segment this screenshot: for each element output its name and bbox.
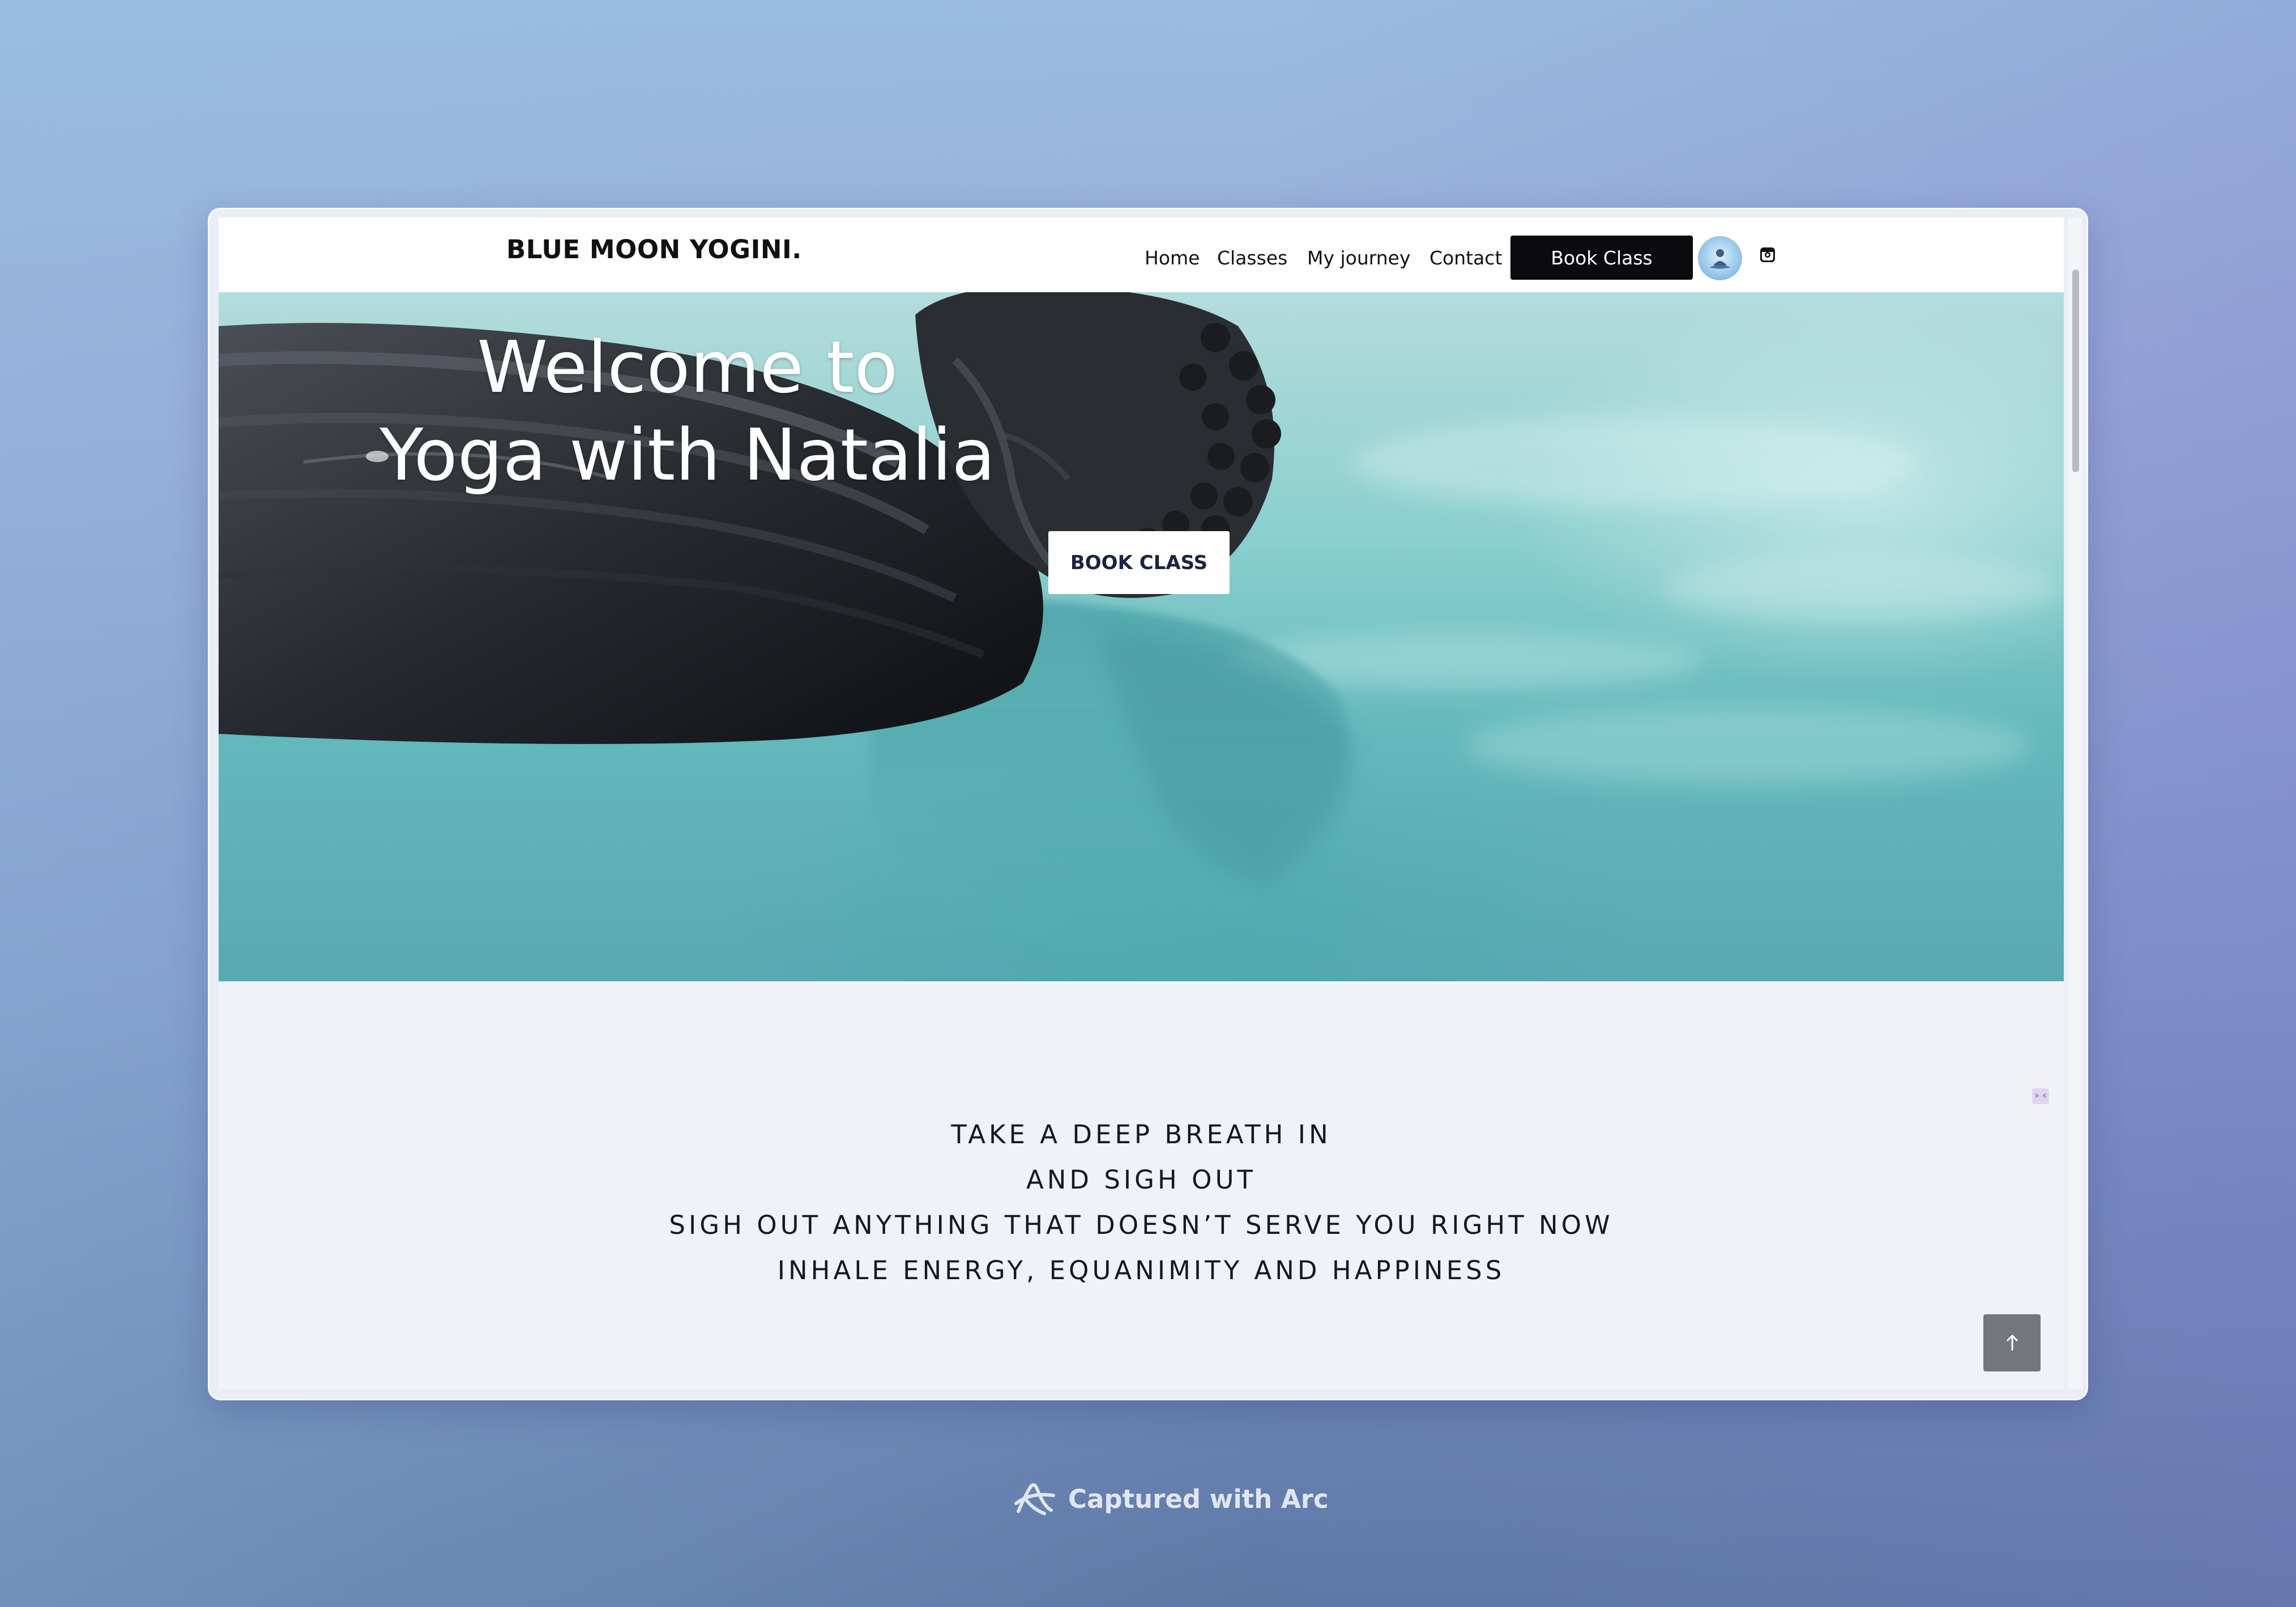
quote-line: AND SIGH OUT (1026, 1165, 1257, 1195)
quote-line: TAKE A DEEP BREATH IN (951, 1119, 1331, 1149)
quote-line: INHALE ENERGY, EQUANIMITY AND HAPPINESS (777, 1255, 1505, 1285)
instagram-icon[interactable] (1759, 246, 1776, 263)
hero-title-line-1: Welcome to (477, 326, 898, 409)
site-logo[interactable]: BLUE MOON YOGINI. (506, 234, 802, 264)
hero-title-line-2: Yoga with Natalia (379, 413, 996, 497)
hero-book-class-button[interactable]: BOOK CLASS (1048, 531, 1230, 594)
quote-line: SIGH OUT ANYTHING THAT DOESN’T SERVE YOU… (669, 1210, 1614, 1240)
hero-section: Welcome to Yoga with Natalia BOOK CLASS (219, 292, 2064, 981)
meditation-avatar-icon[interactable] (1698, 236, 1742, 280)
hero-title: Welcome to Yoga with Natalia (219, 323, 1156, 499)
arrow-up-icon (2006, 1334, 2018, 1350)
browser-window: BLUE MOON YOGINI. Home Classes My journe… (208, 208, 2088, 1400)
nav-contact[interactable]: Contact (1429, 247, 1502, 269)
nav-classes[interactable]: Classes (1217, 247, 1287, 269)
vertical-scrollbar[interactable] (2068, 217, 2082, 1389)
scrollbar-thumb[interactable] (2072, 270, 2079, 472)
book-class-button[interactable]: Book Class (1510, 236, 1693, 280)
site-header: BLUE MOON YOGINI. Home Classes My journe… (219, 217, 2064, 292)
breathing-quote: TAKE A DEEP BREATH IN AND SIGH OUT SIGH … (219, 1112, 2064, 1293)
nav-home[interactable]: Home (1145, 247, 1200, 269)
arc-caption-text: Captured with Arc (1068, 1484, 1329, 1514)
page-viewport: BLUE MOON YOGINI. Home Classes My journe… (219, 217, 2064, 1389)
nav-my-journey[interactable]: My journey (1307, 247, 1411, 269)
arc-capture-caption: Captured with Arc (1014, 1479, 1329, 1519)
chat-widget-icon[interactable] (2025, 1078, 2056, 1114)
arc-logo-icon (1014, 1483, 1055, 1515)
scroll-to-top-button[interactable] (1983, 1314, 2041, 1371)
